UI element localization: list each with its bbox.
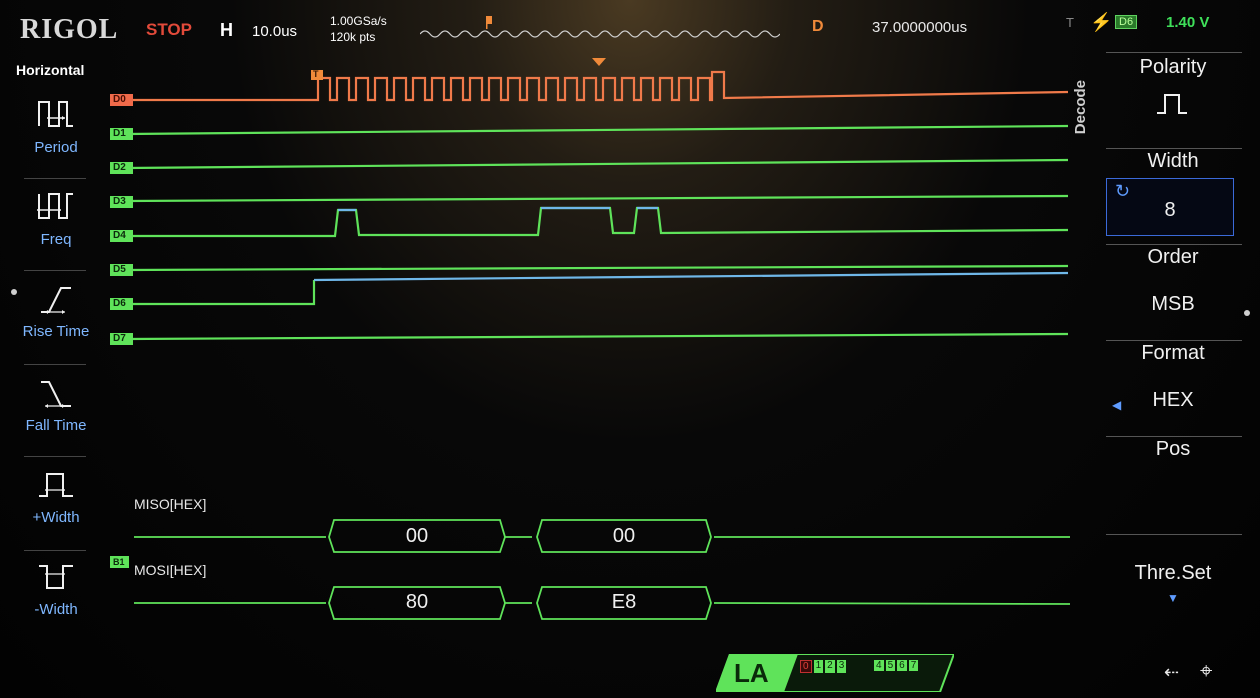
divider [1106,436,1242,437]
la-bit: 6 [897,660,907,671]
trace-d4 [125,206,1069,238]
channel-tag-d2[interactable]: D2 [110,162,133,174]
thre-set-softkey[interactable]: Thre.Set ▼ [1104,562,1242,605]
format-softkey[interactable]: Format HEX [1104,342,1242,412]
divider [1106,534,1242,535]
pos-softkey[interactable]: Pos [1104,438,1242,461]
thre-set-label: Thre.Set [1134,562,1212,584]
la-bit: 5 [885,660,896,671]
caret-down-icon: ▼ [1167,591,1179,605]
la-group-b: 4 5 6 7 [874,660,919,671]
channel-tag-d7[interactable]: D7 [110,333,133,345]
polarity-softkey[interactable]: Polarity [1104,56,1242,124]
la-group-a: 0 1 2 3 [800,660,847,673]
divider [1106,340,1242,341]
width-label: Width [1147,150,1199,172]
order-softkey[interactable]: Order MSB [1104,246,1242,316]
polarity-label: Polarity [1139,56,1207,78]
page-indicator-dot [1244,310,1250,316]
la-bit: 7 [908,660,919,671]
la-bit: 4 [874,660,884,671]
width-softkey[interactable]: Width [1104,150,1242,173]
la-bit: 3 [836,660,847,673]
format-value: HEX [1152,389,1194,411]
trigger-position-arrow[interactable] [592,58,606,66]
caret-left-icon: ◀ [1112,398,1122,412]
la-bit: 1 [813,660,824,673]
mosi-value-2: E8 [611,591,637,613]
positive-pulse-icon [1157,94,1187,114]
la-bit: 0 [800,660,812,673]
miso-value-1: 00 [405,525,429,547]
decode-menu-label: Decode [1072,80,1089,135]
trigger-marker-label: T [313,69,319,79]
pos-label: Pos [1155,438,1191,460]
divider [1106,244,1242,245]
channel-tag-d5[interactable]: D5 [110,264,133,276]
trace-d6-high [313,271,1069,282]
order-label: Order [1147,246,1199,268]
channel-tag-d0[interactable]: D0 [110,94,133,106]
la-label: LA [734,658,769,688]
network-icon: ⌖ [1200,658,1213,683]
trace-d1 [124,124,1069,136]
channel-tag-d3[interactable]: D3 [110,196,133,208]
trace-d7 [124,332,1069,341]
width-field[interactable]: ↻ 8 [1106,178,1234,236]
trace-d6 [125,280,316,306]
divider [1106,148,1242,149]
channel-tag-d4[interactable]: D4 [110,230,133,242]
bus-tag-b1[interactable]: B1 [110,556,129,568]
width-value: 8 [1164,199,1176,221]
trace-d2 [124,158,1069,170]
channel-tag-d6[interactable]: D6 [110,298,133,310]
trace-d5 [124,264,1069,272]
trace-d0 [125,70,1069,102]
format-label: Format [1141,342,1205,364]
miso-bus-label: MISO[HEX] [134,496,207,512]
miso-value-2: 00 [612,525,636,547]
channel-tag-d1[interactable]: D1 [110,128,133,140]
usb-icon: ⇠ [1164,662,1180,682]
la-bit: 2 [825,660,835,673]
mosi-value-1: 80 [405,591,429,613]
order-value: MSB [1151,293,1195,315]
trace-d3 [124,194,1069,203]
divider [1106,52,1242,53]
mosi-bus-label: MOSI[HEX] [134,562,207,578]
